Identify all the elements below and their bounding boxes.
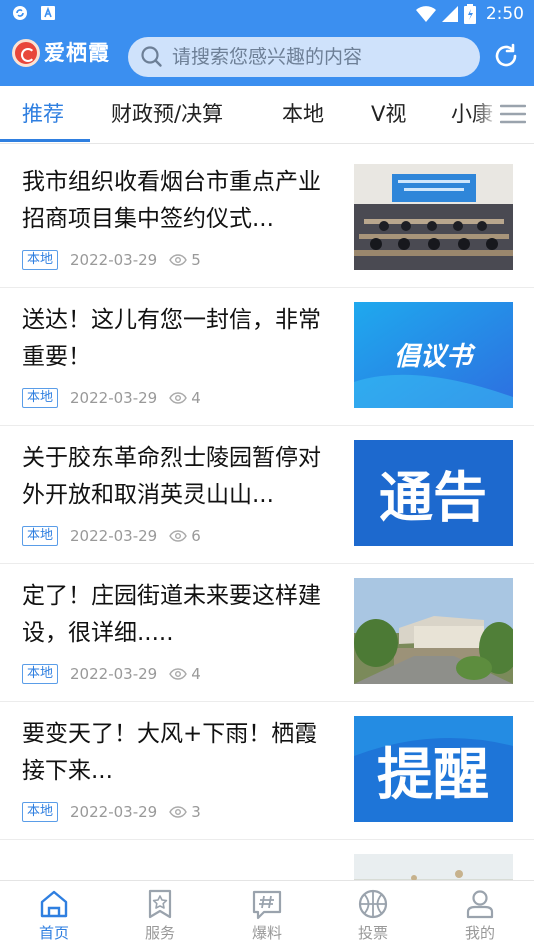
category-badge: 本地 (22, 802, 59, 822)
svg-text:通告: 通告 (379, 466, 487, 529)
app-logo: 爱栖霞 (12, 39, 110, 67)
search-input[interactable] (172, 46, 472, 68)
list-item[interactable] (0, 840, 534, 880)
eye-icon (169, 392, 188, 404)
list-item[interactable]: 要变天了！大风+下雨！栖霞接下来... 本地 2022-03-29 3 提醒 (0, 702, 534, 840)
logo-icon (12, 39, 40, 67)
news-title: 我市组织收看烟台市重点产业招商项目集中签约仪式... (22, 169, 321, 232)
list-item[interactable]: 关于胶东革命烈士陵园暂停对外开放和取消英灵山山... 本地 2022-03-29… (0, 426, 534, 564)
view-count: 4 (169, 665, 201, 683)
svg-text:提醒: 提醒 (377, 743, 489, 808)
tab-video[interactable]: V视 (371, 100, 406, 128)
signal-icon (441, 6, 458, 22)
nav-vote[interactable]: 投票 (333, 887, 413, 943)
eye-icon (169, 530, 188, 542)
nav-report[interactable]: 爆料 (227, 887, 307, 943)
category-badge: 本地 (22, 526, 59, 546)
font-a-icon (41, 6, 55, 20)
basketball-icon (358, 889, 388, 919)
news-title: 送达！这儿有您一封信，非常重要！ (22, 307, 321, 370)
news-title: 关于胶东革命烈士陵园暂停对外开放和取消英灵山山... (22, 445, 321, 508)
nav-service[interactable]: 服务 (120, 887, 200, 943)
category-badge: 本地 (22, 388, 59, 408)
news-thumbnail (354, 578, 513, 684)
battery-charging-icon (463, 4, 476, 24)
category-badge: 本地 (22, 250, 59, 270)
list-item[interactable]: 定了！庄园街道未来要这样建设，很详细..... 本地 2022-03-29 4 (0, 564, 534, 702)
home-icon (40, 890, 68, 918)
eye-icon (169, 254, 188, 266)
eye-icon (169, 668, 188, 680)
news-thumbnail (354, 854, 513, 880)
bookmark-star-icon (148, 889, 172, 919)
sync-icon (13, 6, 27, 20)
publish-date: 2022-03-29 (70, 527, 158, 545)
channel-tabs: 推荐 财政预/决算 本地 V视 小康 (0, 86, 534, 144)
view-count: 4 (169, 389, 201, 407)
publish-date: 2022-03-29 (70, 665, 158, 683)
news-thumbnail (354, 164, 513, 270)
news-thumbnail: 提醒 (354, 716, 513, 822)
wifi-icon (415, 6, 436, 22)
app-header: 爱栖霞 (0, 28, 534, 86)
menu-icon[interactable] (500, 103, 526, 125)
search-icon (141, 46, 162, 67)
svg-text:倡议书: 倡议书 (394, 342, 476, 372)
list-item[interactable]: 我市组织收看烟台市重点产业招商项目集中签约仪式... 本地 2022-03-29… (0, 150, 534, 288)
nav-home[interactable]: 首页 (14, 887, 94, 943)
publish-date: 2022-03-29 (70, 251, 158, 269)
tab-local[interactable]: 本地 (282, 100, 324, 128)
publish-date: 2022-03-29 (70, 803, 158, 821)
tab-recommend[interactable]: 推荐 (22, 100, 64, 128)
news-feed: 我市组织收看烟台市重点产业招商项目集中签约仪式... 本地 2022-03-29… (0, 150, 534, 880)
news-title: 定了！庄园街道未来要这样建设，很详细..... (22, 583, 321, 646)
view-count: 3 (169, 803, 201, 821)
nav-mine[interactable]: 我的 (440, 887, 520, 943)
view-count: 6 (169, 527, 201, 545)
tab-finance[interactable]: 财政预/决算 (111, 100, 223, 128)
view-count: 5 (169, 251, 201, 269)
refresh-icon[interactable] (492, 42, 520, 70)
person-icon (466, 890, 494, 919)
eye-icon (169, 806, 188, 818)
list-item[interactable]: 送达！这儿有您一封信，非常重要！ 本地 2022-03-29 4 倡议书 (0, 288, 534, 426)
clock: 2:50 (485, 4, 524, 24)
news-thumbnail: 通告 (354, 440, 513, 546)
category-badge: 本地 (22, 664, 59, 684)
hash-chat-icon (252, 890, 282, 920)
bottom-navigation: 首页 服务 爆料 投票 我的 (0, 880, 534, 950)
status-bar: 2:50 (0, 0, 534, 28)
search-bar[interactable] (128, 37, 480, 77)
news-thumbnail: 倡议书 (354, 302, 513, 408)
news-title: 要变天了！大风+下雨！栖霞接下来... (22, 721, 318, 784)
app-name: 爱栖霞 (44, 41, 110, 65)
active-tab-indicator (0, 139, 90, 142)
publish-date: 2022-03-29 (70, 389, 158, 407)
